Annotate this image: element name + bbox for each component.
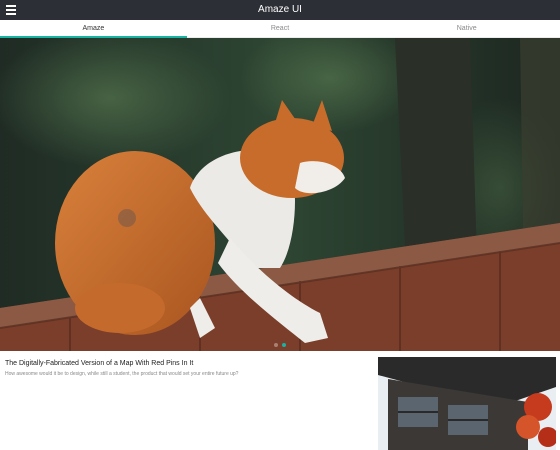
tab-native[interactable]: Native [373,20,560,37]
tab-react[interactable]: React [187,20,374,37]
cat-photo [0,38,560,351]
slider-dot[interactable] [274,343,278,347]
tab-amaze[interactable]: Amaze [0,20,187,38]
tab-bar: Amaze React Native [0,20,560,38]
house-photo [378,357,556,450]
app-title: Amaze UI [258,4,302,15]
slider-pagination [0,343,560,347]
slider-dot-active[interactable] [282,343,286,347]
article-thumbnail[interactable] [378,357,556,450]
image-slider[interactable] [0,38,560,351]
article-item[interactable]: The Digitally-Fabricated Version of a Ma… [0,351,560,450]
article-title[interactable]: The Digitally-Fabricated Version of a Ma… [5,360,193,367]
article-description: How awesome would it be to design, while… [5,371,239,377]
header-bar: Amaze UI [0,0,560,20]
